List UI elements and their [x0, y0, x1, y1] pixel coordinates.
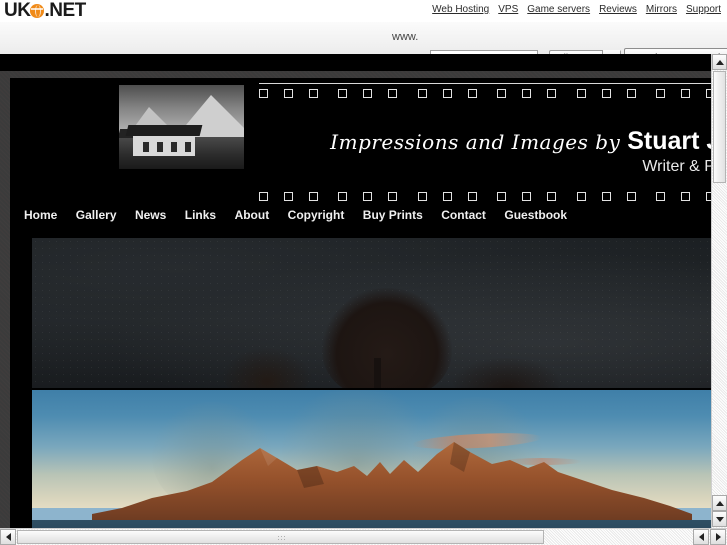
site-header: Impressions and Images by Stuart J Cr Wr… — [10, 78, 711, 211]
grip-icon — [276, 535, 286, 542]
host-links: Web Hosting VPS Game servers Reviews Mirrors… — [423, 4, 721, 15]
host-link-mirrors[interactable]: Mirrors — [646, 4, 677, 15]
horizontal-scroll-thumb[interactable] — [17, 530, 544, 544]
nav-about[interactable]: About — [235, 202, 270, 222]
host-link-support[interactable]: Support — [686, 4, 721, 15]
site-title: Impressions and Images by Stuart J Cr — [250, 127, 711, 156]
nav-guestbook[interactable]: Guestbook — [504, 202, 567, 222]
page-viewport: Impressions and Images by Stuart J Cr Wr… — [0, 54, 711, 528]
domain-search-bar: www. All Register Domain — [0, 22, 727, 70]
horizontal-scrollbar[interactable] — [0, 528, 727, 545]
uk2net-logo[interactable]: UK .NET — [4, 0, 86, 21]
site-outer-frame: Impressions and Images by Stuart J Cr Wr… — [0, 54, 711, 528]
nav-buy-prints[interactable]: Buy Prints — [363, 202, 423, 222]
host-link-web-hosting[interactable]: Web Hosting — [432, 4, 489, 15]
filmstrip-top — [259, 83, 711, 105]
globe-icon — [30, 4, 45, 18]
nav-news[interactable]: News — [135, 202, 166, 222]
header-thumbnail-photo — [119, 85, 244, 169]
triangle-left-icon — [699, 533, 704, 541]
triangle-up-icon — [716, 60, 724, 65]
scroll-left-button-end[interactable] — [693, 529, 709, 545]
photo-island-sunset[interactable] — [32, 390, 711, 528]
scroll-left-button[interactable] — [0, 529, 16, 545]
vertical-scrollbar[interactable] — [711, 54, 727, 528]
browser-window: UK .NET Web Hosting VPS Game servers Reviews… — [0, 0, 727, 545]
nav-contact[interactable]: Contact — [441, 202, 486, 222]
triangle-right-icon — [716, 533, 721, 541]
host-toolbar: UK .NET Web Hosting VPS Game servers Reviews… — [0, 0, 727, 23]
sea-water — [32, 520, 711, 528]
scroll-up-button[interactable] — [712, 54, 727, 70]
logo-text-suffix: .NET — [44, 0, 86, 21]
host-link-vps[interactable]: VPS — [498, 4, 518, 15]
site-subtitle: Writer & Photog — [642, 158, 711, 175]
www-prefix-label: www. — [392, 31, 419, 43]
scroll-down-button[interactable] — [712, 511, 727, 527]
logo-text-prefix: UK — [4, 0, 31, 21]
nav-links[interactable]: Links — [185, 202, 216, 222]
scroll-up-button-bottom[interactable] — [712, 495, 727, 511]
host-link-reviews[interactable]: Reviews — [599, 4, 637, 15]
nav-copyright[interactable]: Copyright — [288, 202, 345, 222]
scroll-right-button[interactable] — [710, 529, 726, 545]
nav-gallery[interactable]: Gallery — [76, 202, 117, 222]
site-title-name: Stuart J Cr — [627, 127, 711, 155]
site-navigation: Home Gallery News Links About Copyright … — [10, 202, 711, 230]
host-link-game-servers[interactable]: Game servers — [527, 4, 590, 15]
nav-home[interactable]: Home — [24, 202, 57, 222]
mountain-silhouette — [92, 436, 692, 524]
triangle-down-icon — [716, 517, 724, 522]
triangle-up-icon — [716, 501, 724, 506]
site-frame-top-strip — [0, 54, 711, 71]
site-title-script: Impressions and Images by — [330, 130, 628, 154]
vertical-scroll-thumb[interactable] — [713, 71, 726, 183]
triangle-left-icon — [6, 533, 11, 541]
filmstrip-top-holes — [259, 89, 711, 102]
site-content: Impressions and Images by Stuart J Cr Wr… — [10, 78, 711, 528]
photo-stack — [32, 238, 711, 528]
photo-night-trees[interactable] — [32, 238, 711, 388]
